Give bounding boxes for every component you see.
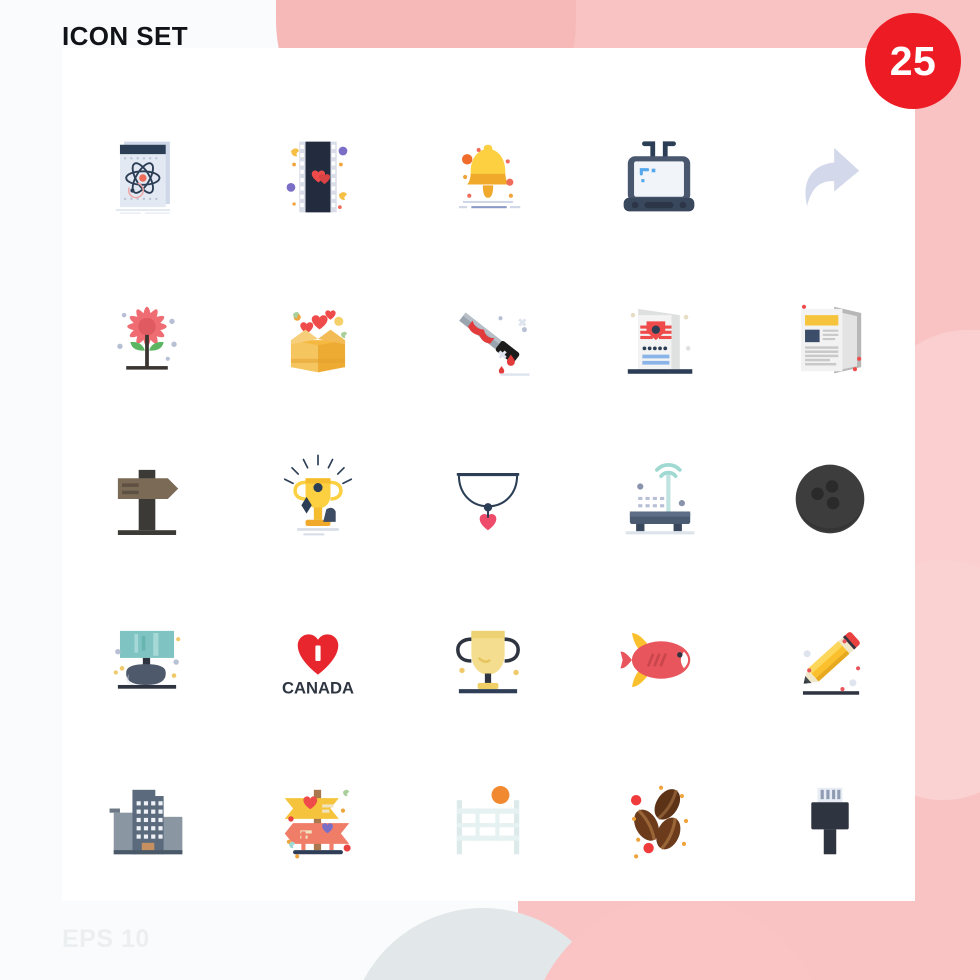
icon-cell-romance-film-strip[interactable] (233, 96, 404, 257)
icon-cell-newspaper[interactable] (744, 257, 915, 418)
bloody-knife-icon (459, 312, 531, 376)
icon-cell-wifi-router[interactable] (574, 418, 745, 579)
certificate-icon (627, 308, 693, 374)
signpost-icon (118, 469, 179, 535)
icon-cell-signpost[interactable] (62, 418, 233, 579)
format-label: EPS 10 (62, 925, 150, 953)
icon-cell-bowling-ball[interactable] (744, 418, 915, 579)
flower-icon (117, 306, 178, 370)
office-building-icon (109, 789, 183, 854)
icon-cell-science-book[interactable] (62, 96, 233, 257)
icon-cell-heart-necklace[interactable] (403, 418, 574, 579)
page-title: ICON SET (62, 21, 188, 51)
pencil-icon (802, 631, 860, 695)
gift-box-hearts-icon (290, 309, 348, 372)
icon-cell-gift-box-hearts[interactable] (233, 257, 404, 418)
icon-cell-coffee-beans[interactable] (574, 740, 745, 901)
icon-cell-share-arrow[interactable] (744, 96, 915, 257)
gray-circle-shape (348, 908, 618, 980)
icon-cell-flower[interactable] (62, 257, 233, 418)
bowling-ball-icon (795, 464, 865, 533)
icon-cell-trophy-shine[interactable] (233, 418, 404, 579)
icon-cell-pencil[interactable] (744, 579, 915, 740)
science-book-icon (116, 141, 171, 214)
gold-trophy-icon (456, 630, 521, 693)
icon-cell-television[interactable] (574, 96, 745, 257)
coffee-beans-icon (631, 785, 689, 858)
trophy-shine-icon (283, 453, 353, 535)
table-lamp-icon (114, 630, 181, 689)
icon-cell-table-lamp[interactable] (62, 579, 233, 740)
fish-icon (620, 632, 691, 687)
icon-count-badge: 25 (865, 13, 961, 109)
icon-cell-certificate[interactable] (574, 257, 745, 418)
icon-cell-bloody-knife[interactable] (403, 257, 574, 418)
i-love-canada-icon: CANADA (282, 633, 354, 697)
canada-word-text: CANADA (282, 678, 354, 697)
icon-cell-volleyball-net[interactable] (403, 740, 574, 901)
icon-cell-fish[interactable] (574, 579, 745, 740)
icon-grid: CANADA (62, 48, 915, 901)
volleyball-net-icon (457, 785, 520, 854)
icon-set-poster: ICON SET 25 EPS 10 CANADA (0, 0, 980, 980)
canada-letter-i (315, 644, 321, 661)
icon-cell-gold-trophy[interactable] (403, 579, 574, 740)
pink-circle-shape (528, 898, 828, 980)
ethernet-plug-icon (810, 787, 849, 854)
television-icon (623, 140, 695, 211)
love-signpost-icon (284, 789, 351, 858)
newspaper-icon (800, 304, 861, 373)
icon-cell-i-love-canada[interactable]: CANADA (233, 579, 404, 740)
wifi-router-icon (625, 462, 695, 534)
romance-film-strip-icon (286, 141, 348, 212)
icon-cell-office-building[interactable] (62, 740, 233, 901)
icon-cell-notification-bell[interactable] (403, 96, 574, 257)
share-arrow-icon (805, 147, 859, 206)
heart-necklace-icon (457, 472, 520, 530)
icon-cell-love-signpost[interactable] (233, 740, 404, 901)
icon-cell-ethernet-plug[interactable] (744, 740, 915, 901)
notification-bell-icon (459, 144, 521, 208)
